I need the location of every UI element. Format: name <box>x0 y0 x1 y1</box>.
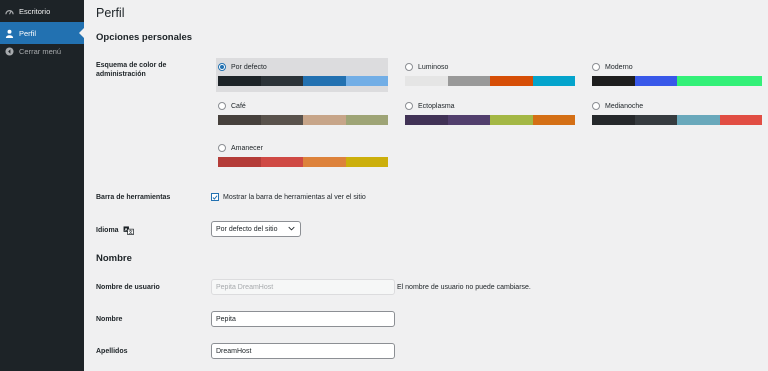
color-swatch <box>447 115 490 125</box>
color-swatch <box>490 115 533 125</box>
color-swatches <box>592 76 762 86</box>
color-swatches <box>405 76 575 86</box>
color-swatch <box>405 76 448 86</box>
toolbar-option: Mostrar la barra de herramientas al ver … <box>211 193 366 201</box>
color-swatch <box>345 76 388 86</box>
color-scheme-amanecer[interactable]: Amanecer <box>216 139 388 173</box>
color-swatch <box>218 157 261 167</box>
admin-sidebar: Escritorio Perfil Cerrar menú <box>0 0 84 371</box>
radio-button[interactable] <box>592 63 600 71</box>
language-row-label: Idioma A文 <box>96 226 134 235</box>
last-name-label: Apellidos <box>96 348 128 355</box>
color-scheme-medianoche[interactable]: Medianoche <box>590 97 762 131</box>
radio-button[interactable] <box>218 144 226 152</box>
username-value: Pepita DreamHost <box>216 283 274 291</box>
page-title: Perfil <box>96 6 125 20</box>
color-swatch <box>592 115 635 125</box>
color-swatches <box>218 76 388 86</box>
color-swatch <box>677 115 720 125</box>
color-swatches <box>218 157 388 167</box>
collapse-icon <box>5 46 14 56</box>
last-name-field[interactable]: DreamHost <box>211 343 395 359</box>
color-scheme-ectoplasma[interactable]: Ectoplasma <box>403 97 575 131</box>
color-swatch <box>260 76 303 86</box>
first-name-field[interactable]: Pepita <box>211 311 395 327</box>
personal-options-heading: Opciones personales <box>96 32 193 43</box>
sidebar-item-label: Escritorio <box>19 6 51 16</box>
color-scheme-cafe[interactable]: Café <box>216 97 388 131</box>
last-name-value: DreamHost <box>216 347 252 355</box>
radio-button[interactable] <box>405 102 413 110</box>
color-swatches <box>592 115 762 125</box>
username-note: El nombre de usuario no puede cambiarse. <box>397 284 531 291</box>
username-field: Pepita DreamHost <box>211 279 395 295</box>
color-swatch <box>218 76 261 86</box>
color-swatch <box>634 76 677 86</box>
color-swatch <box>634 115 677 125</box>
main-content: Perfil Opciones personales Esquema de co… <box>84 0 768 371</box>
radio-button[interactable] <box>218 102 226 110</box>
scheme-label: Café <box>231 102 246 110</box>
color-scheme-moderno[interactable]: Moderno <box>590 58 762 92</box>
toolbar-checkbox[interactable] <box>211 193 219 201</box>
translation-icon: A文 <box>123 226 134 235</box>
first-name-value: Pepita <box>216 315 236 323</box>
sidebar-item-label: Perfil <box>19 28 37 38</box>
color-swatch <box>345 157 388 167</box>
color-swatch <box>532 115 575 125</box>
color-swatch <box>719 76 762 86</box>
language-label: Idioma <box>96 227 119 234</box>
color-swatch <box>592 76 635 86</box>
check-icon <box>212 194 218 200</box>
sidebar-item-label: Cerrar menú <box>19 46 62 56</box>
first-name-label: Nombre <box>96 316 123 323</box>
scheme-label: Ectoplasma <box>418 102 455 110</box>
color-scheme-por-defecto[interactable]: Por defecto <box>216 58 388 92</box>
name-section-heading: Nombre <box>96 253 132 264</box>
scheme-label: Por defecto <box>231 63 267 71</box>
color-swatch <box>260 115 303 125</box>
color-swatch <box>345 115 388 125</box>
scheme-label: Amanecer <box>231 144 263 152</box>
language-select[interactable]: Por defecto del sitio <box>211 221 301 237</box>
scheme-label: Medianoche <box>605 102 644 110</box>
color-swatch <box>677 76 720 86</box>
color-swatch <box>303 115 346 125</box>
collapse-menu-button[interactable]: Cerrar menú <box>0 40 84 62</box>
toolbar-checkbox-label[interactable]: Mostrar la barra de herramientas al ver … <box>223 194 366 201</box>
user-icon <box>5 29 14 38</box>
color-swatches <box>405 115 575 125</box>
chevron-down-icon <box>288 226 295 233</box>
scheme-label: Moderno <box>605 63 633 71</box>
color-swatch <box>260 157 303 167</box>
radio-button[interactable] <box>218 63 226 71</box>
color-swatches <box>218 115 388 125</box>
color-swatch <box>719 115 762 125</box>
color-swatch <box>447 76 490 86</box>
radio-button[interactable] <box>405 63 413 71</box>
dashboard-icon <box>5 7 14 16</box>
color-swatch <box>405 115 448 125</box>
color-swatch <box>303 157 346 167</box>
color-swatch <box>303 76 346 86</box>
color-scheme-label: Esquema de color de administración <box>96 62 167 78</box>
toolbar-label: Barra de herramientas <box>96 194 171 201</box>
scheme-label: Luminoso <box>418 63 449 71</box>
sidebar-item-escritorio[interactable]: Escritorio <box>0 0 84 22</box>
color-swatch <box>218 115 261 125</box>
color-swatch <box>490 76 533 86</box>
username-label: Nombre de usuario <box>96 284 160 291</box>
language-select-value: Por defecto del sitio <box>216 225 278 233</box>
color-scheme-luminoso[interactable]: Luminoso <box>403 58 575 92</box>
radio-button[interactable] <box>592 102 600 110</box>
color-swatch <box>532 76 575 86</box>
